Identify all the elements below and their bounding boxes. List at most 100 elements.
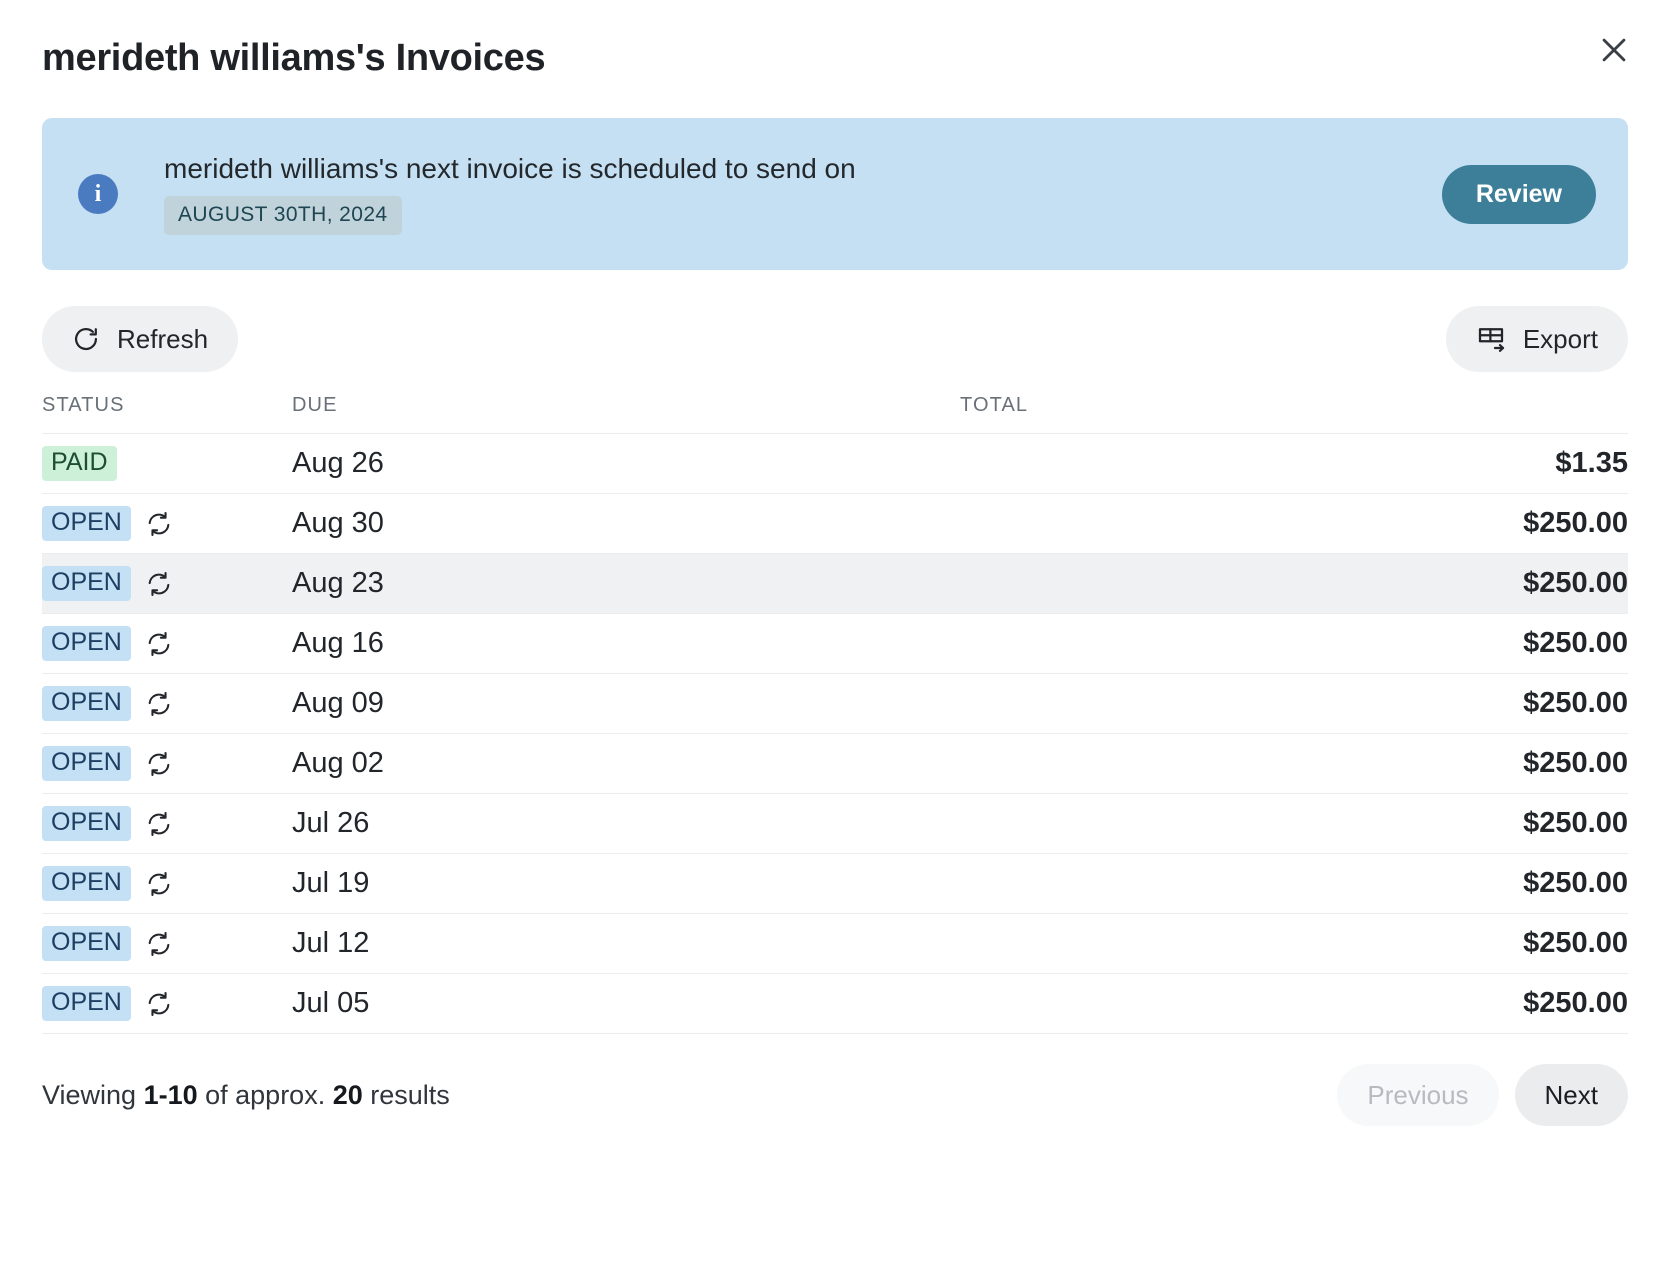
cell-total: $250.00 [960,793,1628,854]
cell-status: OPEN [42,613,292,674]
recurring-icon [145,630,173,658]
table-row[interactable]: OPEN Aug 16 $250.00 [42,613,1628,674]
cell-due: Jul 19 [292,853,960,914]
cell-total: $250.00 [960,913,1628,974]
table-body: PAID Aug 26 $1.35 OPEN Aug 30 $250.00 OPEN Aug … [42,433,1628,1034]
status-cell: OPEN [42,745,292,782]
status-badge: OPEN [42,565,131,602]
close-button[interactable] [1586,22,1642,78]
invoices-table: STATUS DUE TOTAL PAID Aug 26 $1.35 OPEN Aug … [42,394,1628,1034]
table-row[interactable]: PAID Aug 26 $1.35 [42,433,1628,494]
recurring-icon [145,810,173,838]
status-badge: OPEN [42,685,131,722]
cell-total: $250.00 [960,733,1628,794]
cell-total: $250.00 [960,613,1628,674]
recurring-icon [145,930,173,958]
table-toolbar: Refresh Export [42,306,1628,372]
cell-due: Aug 23 [292,553,960,614]
cell-total: $250.00 [960,853,1628,914]
status-cell: OPEN [42,625,292,662]
table-row[interactable]: OPEN Aug 30 $250.00 [42,493,1628,554]
status-cell: OPEN [42,985,292,1022]
status-cell: PAID [42,445,292,482]
recurring-icon [145,990,173,1018]
table-row[interactable]: OPEN Jul 12 $250.00 [42,913,1628,974]
table-row[interactable]: OPEN Jul 19 $250.00 [42,853,1628,914]
recurring-icon [145,570,173,598]
cell-total: $1.35 [960,433,1628,494]
next-page-button[interactable]: Next [1514,1064,1628,1126]
cell-status: PAID [42,433,292,494]
viewing-middle: of approx. [197,1079,333,1110]
cell-status: OPEN [42,493,292,554]
viewing-suffix: results [362,1079,450,1110]
status-badge: OPEN [42,805,131,842]
export-button[interactable]: Export [1445,306,1628,372]
close-icon [1597,33,1631,67]
results-summary: Viewing 1-10 of approx. 20 results [42,1080,450,1111]
table-row[interactable]: OPEN Jul 05 $250.00 [42,973,1628,1034]
status-cell: OPEN [42,565,292,602]
recurring-icon [145,510,173,538]
info-icon: i [78,174,118,214]
next-invoice-banner: i merideth williams's next invoice is sc… [42,118,1628,270]
banner-body: merideth williams's next invoice is sche… [164,153,1442,235]
cell-status: OPEN [42,853,292,914]
table-head: STATUS DUE TOTAL [42,394,1628,434]
status-badge: PAID [42,445,117,482]
cell-total: $250.00 [960,493,1628,554]
status-cell: OPEN [42,505,292,542]
cell-due: Aug 02 [292,733,960,794]
page-title: merideth williams's Invoices [42,37,546,80]
cell-due: Aug 09 [292,673,960,734]
next-invoice-date-chip: AUGUST 30TH, 2024 [164,195,402,235]
viewing-range: 1-10 [143,1079,198,1110]
cell-status: OPEN [42,913,292,974]
table-row[interactable]: OPEN Jul 26 $250.00 [42,793,1628,854]
invoices-modal: merideth williams's Invoices i merideth … [0,0,1670,1268]
column-header-status[interactable]: STATUS [42,394,292,434]
cell-due: Aug 30 [292,493,960,554]
recurring-icon [145,750,173,778]
cell-due: Aug 26 [292,433,960,494]
table-row[interactable]: OPEN Aug 23 $250.00 [42,553,1628,614]
pagination: Previous Next [1337,1064,1628,1126]
cell-total: $250.00 [960,673,1628,734]
table-row[interactable]: OPEN Aug 02 $250.00 [42,733,1628,794]
viewing-prefix: Viewing [42,1079,144,1110]
cell-status: OPEN [42,733,292,794]
banner-message: merideth williams's next invoice is sche… [164,153,856,185]
table-header-row: STATUS DUE TOTAL [42,394,1628,434]
previous-page-button[interactable]: Previous [1337,1064,1499,1126]
modal-header: merideth williams's Invoices [42,0,1628,118]
review-button[interactable]: Review [1441,164,1596,224]
cell-total: $250.00 [960,553,1628,614]
table-row[interactable]: OPEN Aug 09 $250.00 [42,673,1628,734]
status-badge: OPEN [42,985,131,1022]
status-badge: OPEN [42,865,131,902]
status-badge: OPEN [42,745,131,782]
cell-due: Aug 16 [292,613,960,674]
status-cell: OPEN [42,805,292,842]
cell-status: OPEN [42,973,292,1034]
recurring-icon [145,690,173,718]
status-cell: OPEN [42,925,292,962]
export-label: Export [1522,323,1598,354]
cell-status: OPEN [42,673,292,734]
cell-due: Jul 05 [292,973,960,1034]
refresh-label: Refresh [117,323,209,354]
viewing-count: 20 [332,1079,363,1110]
column-header-total[interactable]: TOTAL [960,394,1628,434]
recurring-icon [145,870,173,898]
status-badge: OPEN [42,925,131,962]
cell-status: OPEN [42,793,292,854]
column-header-due[interactable]: DUE [292,394,960,434]
status-badge: OPEN [42,625,131,662]
table-footer: Viewing 1-10 of approx. 20 results Previ… [42,1064,1628,1126]
table-export-icon [1476,324,1506,354]
cell-due: Jul 12 [292,913,960,974]
status-cell: OPEN [42,685,292,722]
refresh-button[interactable]: Refresh [42,306,239,372]
status-badge: OPEN [42,505,131,542]
refresh-icon [72,325,100,353]
